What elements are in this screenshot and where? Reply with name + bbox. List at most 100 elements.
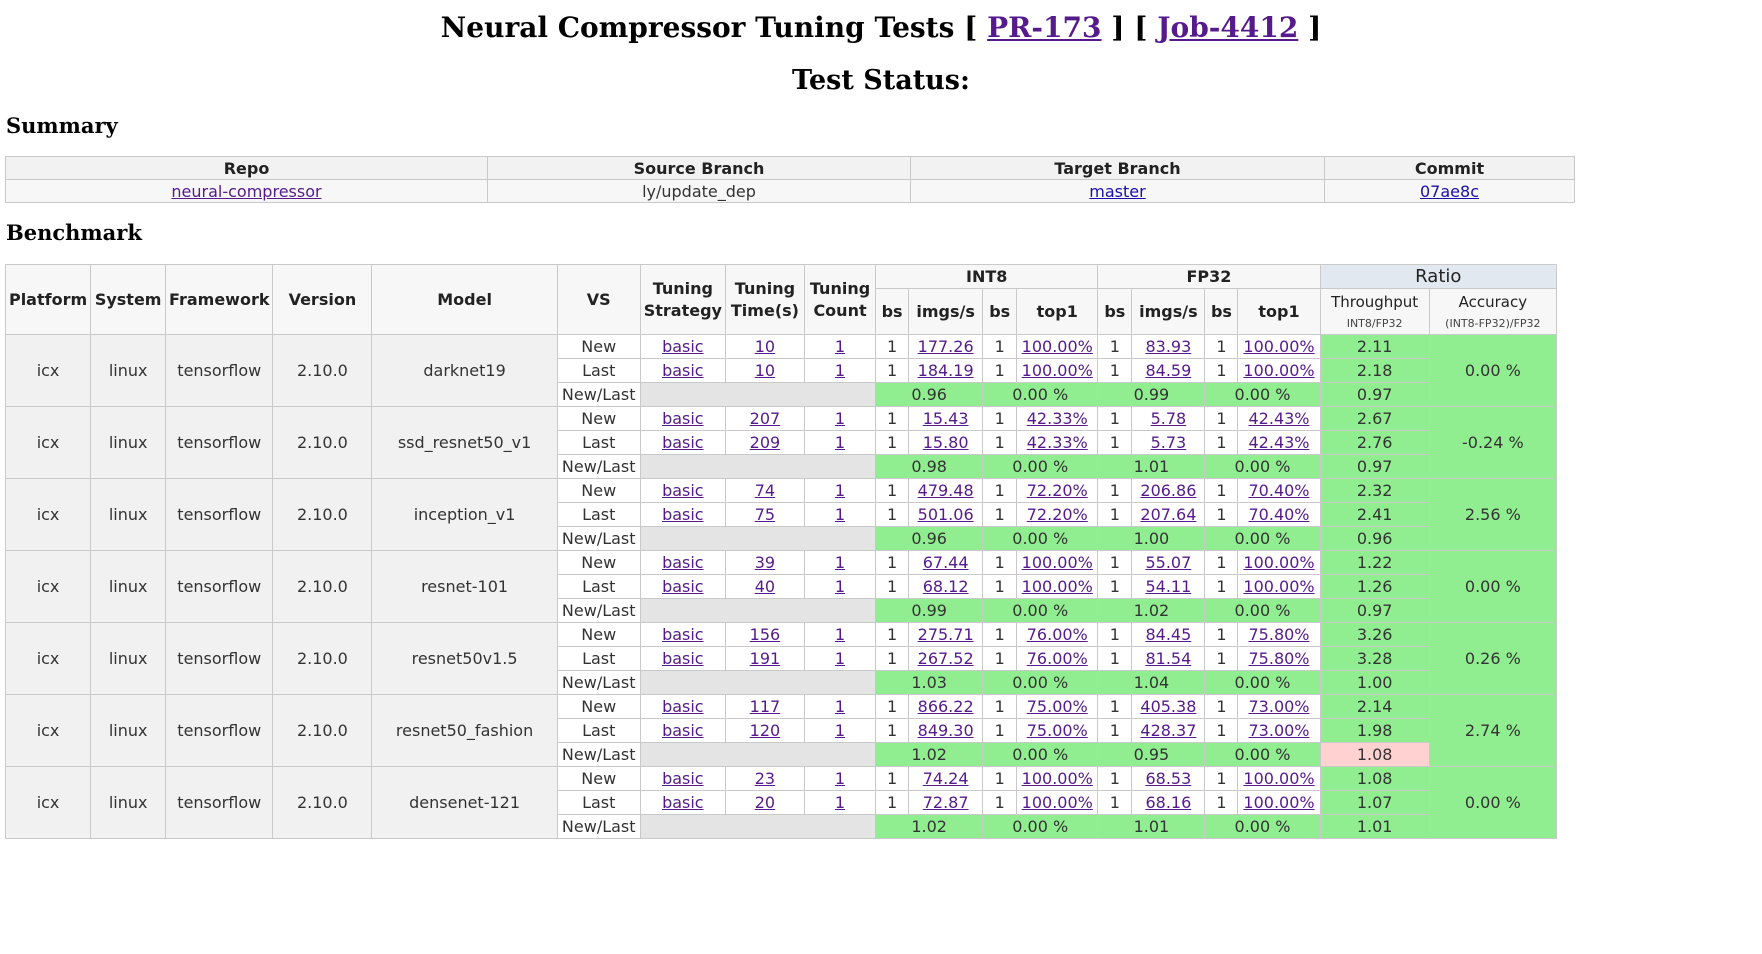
int8-imgs-link[interactable]: 68.12 (923, 577, 969, 596)
strategy-link[interactable]: basic (662, 481, 704, 500)
fp32-top1-link[interactable]: 100.00% (1243, 361, 1314, 380)
fp32-imgs-link[interactable]: 68.16 (1145, 793, 1191, 812)
fp32-top1-link[interactable]: 75.80% (1249, 649, 1310, 668)
tuning-time-link[interactable]: 40 (755, 577, 775, 596)
repo-link[interactable]: neural-compressor (171, 182, 321, 201)
fp32-top1-link[interactable]: 75.80% (1249, 625, 1310, 644)
int8-top1-link[interactable]: 42.33% (1027, 409, 1088, 428)
fp32-imgs-link[interactable]: 5.78 (1151, 409, 1187, 428)
commit-link[interactable]: 07ae8c (1420, 182, 1479, 201)
int8-top1-link[interactable]: 100.00% (1022, 337, 1093, 356)
strategy-link[interactable]: basic (662, 409, 704, 428)
tuning-count-link[interactable]: 1 (835, 337, 845, 356)
tuning-count-link[interactable]: 1 (835, 793, 845, 812)
tuning-time-link[interactable]: 209 (750, 433, 781, 452)
strategy-link[interactable]: basic (662, 625, 704, 644)
int8-imgs-link[interactable]: 67.44 (923, 553, 969, 572)
strategy-link[interactable]: basic (662, 577, 704, 596)
tuning-time-link[interactable]: 23 (755, 769, 775, 788)
int8-imgs-link[interactable]: 177.26 (918, 337, 974, 356)
pr-link[interactable]: PR-173 (987, 11, 1101, 44)
tuning-count-link[interactable]: 1 (835, 769, 845, 788)
int8-top1-link[interactable]: 100.00% (1022, 577, 1093, 596)
tuning-time-link[interactable]: 74 (755, 481, 775, 500)
tuning-count-link[interactable]: 1 (835, 721, 845, 740)
int8-imgs-link[interactable]: 74.24 (923, 769, 969, 788)
int8-top1-link[interactable]: 75.00% (1027, 697, 1088, 716)
int8-top1-link[interactable]: 76.00% (1027, 649, 1088, 668)
fp32-imgs-link[interactable]: 207.64 (1140, 505, 1196, 524)
fp32-imgs-link[interactable]: 84.45 (1145, 625, 1191, 644)
fp32-imgs-link[interactable]: 83.93 (1145, 337, 1191, 356)
tuning-time-link[interactable]: 39 (755, 553, 775, 572)
fp32-imgs-link[interactable]: 206.86 (1140, 481, 1196, 500)
fp32-imgs-link[interactable]: 81.54 (1145, 649, 1191, 668)
strategy-link[interactable]: basic (662, 553, 704, 572)
tuning-time-link[interactable]: 120 (750, 721, 781, 740)
int8-top1-link[interactable]: 100.00% (1022, 793, 1093, 812)
tuning-count-link[interactable]: 1 (835, 553, 845, 572)
strategy-link[interactable]: basic (662, 649, 704, 668)
tuning-time-link[interactable]: 75 (755, 505, 775, 524)
tuning-time-link[interactable]: 117 (750, 697, 781, 716)
job-link[interactable]: Job-4412 (1157, 11, 1298, 44)
strategy-link[interactable]: basic (662, 721, 704, 740)
fp32-top1-link[interactable]: 100.00% (1243, 769, 1314, 788)
int8-top1-link[interactable]: 100.00% (1022, 361, 1093, 380)
int8-top1-link[interactable]: 100.00% (1022, 769, 1093, 788)
tuning-time-link[interactable]: 156 (750, 625, 781, 644)
tuning-count-link[interactable]: 1 (835, 505, 845, 524)
tuning-count-link[interactable]: 1 (835, 625, 845, 644)
tuning-count-link[interactable]: 1 (835, 649, 845, 668)
tuning-count-link[interactable]: 1 (835, 409, 845, 428)
strategy-link[interactable]: basic (662, 337, 704, 356)
int8-imgs-link[interactable]: 501.06 (918, 505, 974, 524)
int8-top1-link[interactable]: 75.00% (1027, 721, 1088, 740)
int8-top1-link[interactable]: 42.33% (1027, 433, 1088, 452)
int8-top1-link[interactable]: 72.20% (1027, 505, 1088, 524)
tuning-time-link[interactable]: 10 (755, 337, 775, 356)
fp32-top1-link[interactable]: 70.40% (1249, 505, 1310, 524)
fp32-imgs-link[interactable]: 84.59 (1145, 361, 1191, 380)
fp32-top1-link[interactable]: 70.40% (1249, 481, 1310, 500)
tuning-time-link[interactable]: 20 (755, 793, 775, 812)
strategy-link[interactable]: basic (662, 505, 704, 524)
int8-top1-link[interactable]: 72.20% (1027, 481, 1088, 500)
int8-imgs-link[interactable]: 15.80 (923, 433, 969, 452)
tuning-time-link[interactable]: 207 (750, 409, 781, 428)
fp32-top1-link[interactable]: 42.43% (1249, 433, 1310, 452)
fp32-top1-link[interactable]: 73.00% (1249, 721, 1310, 740)
strategy-link[interactable]: basic (662, 361, 704, 380)
int8-imgs-link[interactable]: 275.71 (918, 625, 974, 644)
strategy-link[interactable]: basic (662, 769, 704, 788)
fp32-top1-link[interactable]: 100.00% (1243, 337, 1314, 356)
fp32-top1-link[interactable]: 73.00% (1249, 697, 1310, 716)
fp32-top1-link[interactable]: 100.00% (1243, 793, 1314, 812)
tuning-count-link[interactable]: 1 (835, 481, 845, 500)
fp32-imgs-link[interactable]: 54.11 (1145, 577, 1191, 596)
int8-imgs-link[interactable]: 866.22 (918, 697, 974, 716)
tuning-count-link[interactable]: 1 (835, 577, 845, 596)
tuning-time-link[interactable]: 10 (755, 361, 775, 380)
int8-imgs-link[interactable]: 849.30 (918, 721, 974, 740)
fp32-imgs-link[interactable]: 55.07 (1145, 553, 1191, 572)
strategy-link[interactable]: basic (662, 433, 704, 452)
strategy-link[interactable]: basic (662, 793, 704, 812)
fp32-top1-link[interactable]: 100.00% (1243, 577, 1314, 596)
strategy-link[interactable]: basic (662, 697, 704, 716)
int8-imgs-link[interactable]: 479.48 (918, 481, 974, 500)
int8-imgs-link[interactable]: 267.52 (918, 649, 974, 668)
fp32-imgs-link[interactable]: 428.37 (1140, 721, 1196, 740)
target-branch-link[interactable]: master (1089, 182, 1145, 201)
int8-imgs-link[interactable]: 15.43 (923, 409, 969, 428)
fp32-imgs-link[interactable]: 5.73 (1151, 433, 1187, 452)
int8-imgs-link[interactable]: 72.87 (923, 793, 969, 812)
int8-top1-link[interactable]: 100.00% (1022, 553, 1093, 572)
fp32-top1-link[interactable]: 100.00% (1243, 553, 1314, 572)
tuning-count-link[interactable]: 1 (835, 697, 845, 716)
tuning-count-link[interactable]: 1 (835, 433, 845, 452)
fp32-imgs-link[interactable]: 405.38 (1140, 697, 1196, 716)
tuning-time-link[interactable]: 191 (750, 649, 781, 668)
int8-imgs-link[interactable]: 184.19 (918, 361, 974, 380)
fp32-top1-link[interactable]: 42.43% (1249, 409, 1310, 428)
